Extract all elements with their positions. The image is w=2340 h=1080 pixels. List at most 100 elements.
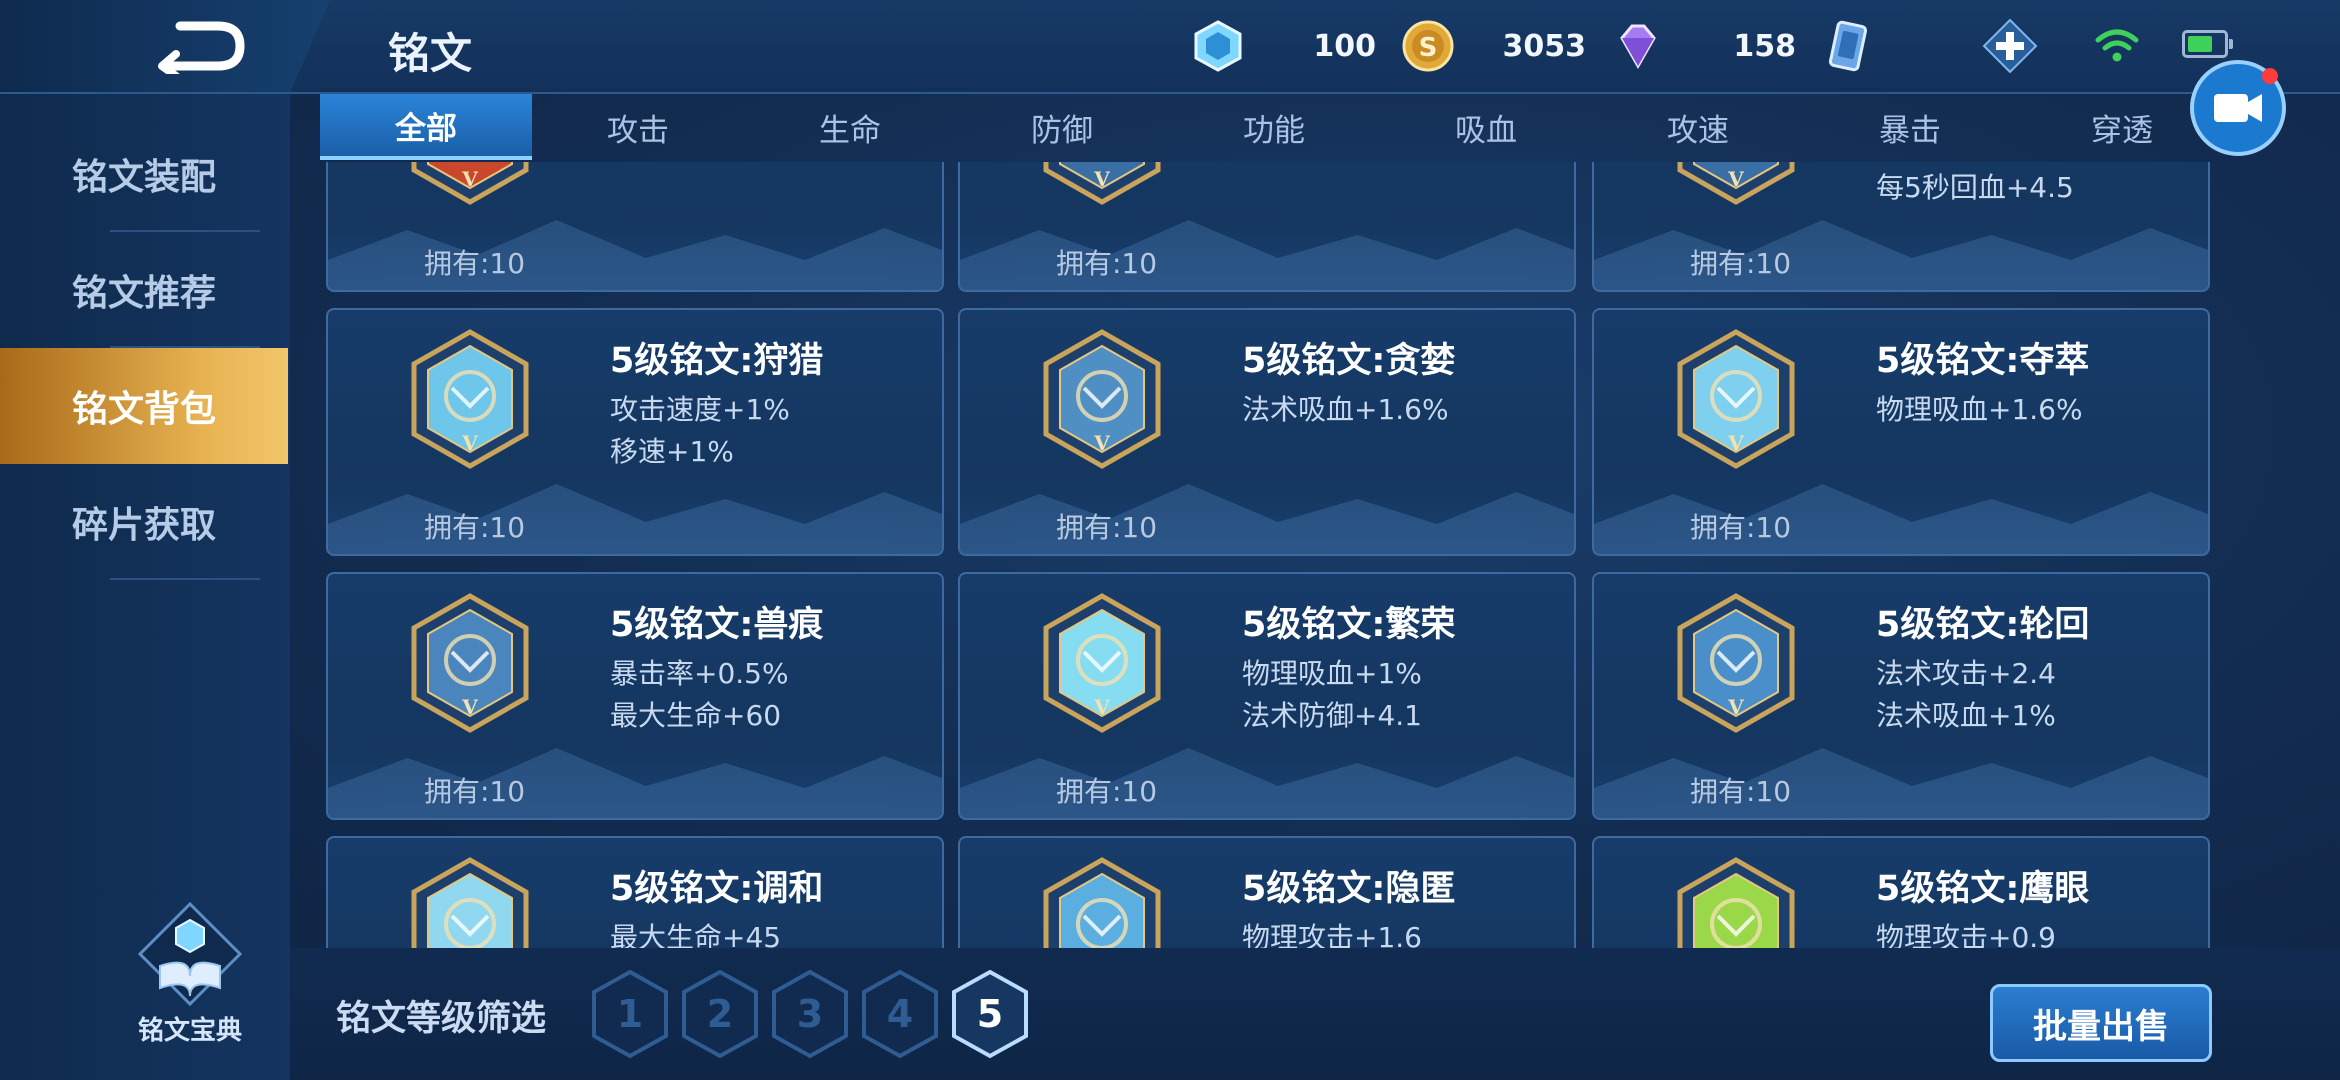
owned-count: 拥有:10 (424, 247, 526, 280)
inscription-card[interactable]: V 5级铭文:繁荣 物理吸血+1% 法术防御+4.1 拥有:10 (958, 572, 1576, 820)
level-filter-5[interactable]: 5 (950, 968, 1030, 1060)
sidebar-item-equip[interactable]: 铭文装配 (0, 116, 288, 232)
notification-dot (2262, 68, 2278, 84)
tab-lifesteal[interactable]: 吸血 (1380, 94, 1592, 160)
owned-count: 拥有:10 (1056, 511, 1158, 544)
mountain-decoration (1594, 748, 2208, 818)
inscription-card[interactable]: V 每5秒回血+4.5 拥有:10 (1592, 162, 2210, 292)
inscription-card[interactable]: V 5级铭文:狩猎 攻击速度+1% 移速+1% 拥有:10 (326, 308, 944, 556)
tab-crit[interactable]: 暴击 (1804, 94, 2016, 160)
inscription-gem-icon: V (1677, 162, 1795, 205)
tab-health[interactable]: 生命 (744, 94, 956, 160)
mountain-decoration (960, 220, 1574, 290)
inscription-gem-icon: V (1043, 162, 1161, 205)
inscription-card[interactable]: V 5级铭文:轮回法术攻击+2.4 法术吸血+1% 拥有:10 (1592, 572, 2210, 820)
screen-record-button[interactable] (2190, 60, 2286, 156)
owned-count: 拥有:10 (1690, 511, 1792, 544)
owned-count: 拥有:10 (1690, 247, 1792, 280)
codex-book-icon (137, 901, 243, 1007)
battery-icon (2182, 30, 2233, 58)
inscription-gem-icon: V (1677, 593, 1795, 733)
inscription-name: 5级铭文:狩猎 (610, 341, 824, 381)
svg-text:V: V (1093, 167, 1110, 191)
inscription-stat: 每5秒回血+4.5 (1876, 171, 2074, 204)
inscription-name: 5级铭文:隐匿 (1242, 869, 1456, 909)
tab-attack-speed[interactable]: 攻速 (1592, 94, 1804, 160)
inscription-gem-icon: V (411, 329, 529, 469)
inscription-stat: 法术攻击+2.4 (1876, 657, 2056, 690)
level-filter-2[interactable]: 2 (680, 968, 760, 1060)
tab-utility[interactable]: 功能 (1168, 94, 1380, 160)
add-ticket-button[interactable] (1980, 16, 2040, 76)
tab-defense[interactable]: 防御 (956, 94, 1168, 160)
level-filter-1[interactable]: 1 (590, 968, 670, 1060)
plus-icon (1982, 18, 2038, 74)
inscription-card[interactable]: V5级铭文:调和最大生命+45拥有:10 (326, 836, 944, 948)
page-title: 铭文 (388, 29, 473, 78)
inscription-name: 5级铭文:鹰眼 (1876, 869, 2090, 909)
inscription-stat: 物理吸血+1.6% (1876, 393, 2083, 426)
inscription-name: 5级铭文:兽痕 (610, 605, 824, 645)
inscription-gem-icon: V (1043, 593, 1161, 733)
svg-text:V: V (461, 167, 478, 191)
inscription-stat: 移速+1% (610, 435, 734, 468)
owned-count: 拥有:10 (424, 775, 526, 808)
inscription-name: 5级铭文:轮回 (1876, 605, 2090, 645)
ticket-card-icon (1828, 20, 1868, 72)
inscription-stat: 物理攻击+0.9 (1876, 921, 2056, 948)
mountain-decoration (328, 748, 942, 818)
top-bar: 铭文 100 S 3053 158 1 (0, 0, 2340, 94)
inscription-card[interactable]: V 5级铭文:兽痕 暴击率+0.5% 最大生命+60 拥有:10 (326, 572, 944, 820)
owned-count: 拥有:10 (424, 511, 526, 544)
svg-text:V: V (1727, 167, 1744, 191)
level-filter-label: 铭文等级筛选 (336, 999, 547, 1039)
level-number: 1 (616, 992, 644, 1036)
sidebar-item-label: 铭文装配 (71, 157, 216, 198)
inscription-gem-icon: V (1043, 329, 1161, 469)
inscription-card[interactable]: V5级铭文:隐匿物理攻击+1.6拥有:10 (958, 836, 1576, 948)
inscription-stat: 法术防御+4.1 (1242, 699, 1422, 732)
level-number: 2 (706, 992, 734, 1036)
svg-text:V: V (1093, 695, 1110, 719)
svg-text:V: V (1727, 695, 1744, 719)
inscription-card[interactable]: V 5级铭文:贪婪 法术吸血+1.6% 拥有:10 (958, 308, 1576, 556)
batch-sell-button[interactable]: 批量出售 (1990, 984, 2212, 1062)
resource-crystal: 100 (1190, 14, 1376, 78)
svg-text:V: V (1727, 431, 1744, 455)
inscription-gem-icon: V (411, 162, 529, 205)
inscription-card[interactable]: V 5级铭文:夺萃 物理吸血+1.6% 拥有:10 (1592, 308, 2210, 556)
inscription-stat: 法术吸血+1% (1876, 699, 2056, 732)
inscription-gem-icon: V (411, 593, 529, 733)
inscription-card[interactable]: V 拥有:10 (326, 162, 944, 292)
owned-count: 拥有:10 (1690, 775, 1792, 808)
inscription-card[interactable]: V5级铭文:鹰眼物理攻击+0.9拥有:10 (1592, 836, 2210, 948)
inscription-name: 5级铭文:调和 (610, 869, 824, 909)
diamond-count: 158 (1733, 28, 1796, 64)
codex-label: 铭文宝典 (137, 1016, 242, 1046)
inscription-gem-icon: V (411, 857, 529, 948)
mountain-decoration (328, 220, 942, 290)
inscription-name: 5级铭文:繁荣 (1242, 605, 1456, 645)
inscription-card[interactable]: V 拥有:10 (958, 162, 1576, 292)
resource-gold: S 3053 (1400, 14, 1586, 78)
level-number: 4 (886, 992, 914, 1036)
svg-text:V: V (461, 431, 478, 455)
inscription-gem-icon: V (1677, 329, 1795, 469)
level-filter-4[interactable]: 4 (860, 968, 940, 1060)
tab-all[interactable]: 全部 (320, 94, 532, 160)
svg-text:S: S (1419, 33, 1438, 63)
level-number: 3 (796, 992, 824, 1036)
sidebar-item-backpack[interactable]: 铭文背包 (0, 348, 288, 464)
inscription-stat: 法术吸血+1.6% (1242, 393, 1449, 426)
mountain-decoration (960, 748, 1574, 818)
tab-attack[interactable]: 攻击 (532, 94, 744, 160)
level-filter-3[interactable]: 3 (770, 968, 850, 1060)
inscription-stat: 最大生命+60 (610, 699, 782, 732)
back-button[interactable] (150, 18, 250, 80)
svg-text:V: V (1093, 431, 1110, 455)
sidebar-item-fragments[interactable]: 碎片获取 (0, 464, 288, 580)
mountain-decoration (960, 484, 1574, 554)
sidebar-item-recommend[interactable]: 铭文推荐 (0, 232, 288, 348)
owned-count: 拥有:10 (1056, 775, 1158, 808)
crystal-count: 100 (1313, 28, 1376, 64)
